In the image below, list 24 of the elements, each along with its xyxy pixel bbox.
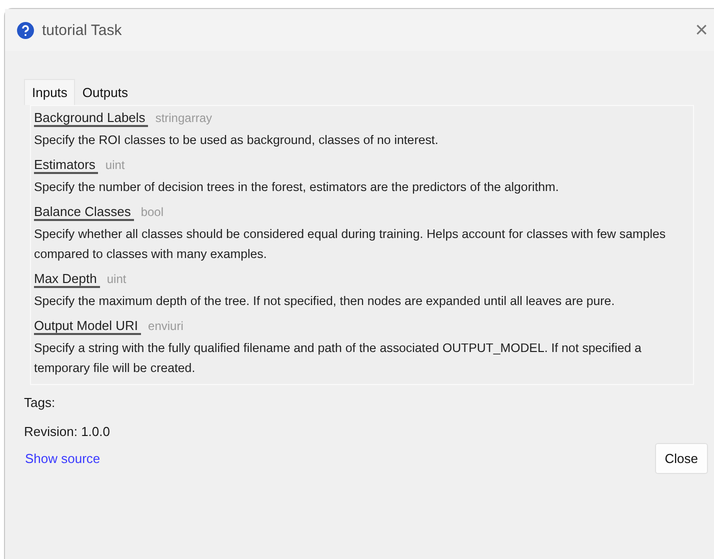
tags-label: Tags: <box>24 395 56 412</box>
parameter-type: enviuri <box>148 319 184 333</box>
tab[interactable]: Inputs <box>24 79 76 105</box>
parameter-name: Background Labels <box>34 110 148 127</box>
parameter-name: Balance Classes <box>34 204 134 221</box>
parameter-description: Specify the maximum depth of the tree. If not specified, then nodes are expanded until all leaves are pure. <box>34 293 616 310</box>
tab[interactable]: Outputs <box>75 79 135 105</box>
close-button[interactable]: × <box>695 17 714 43</box>
parameter-type: bool <box>140 205 164 219</box>
parameter-type: uint <box>106 272 126 286</box>
window-title: tutorial Task <box>42 22 123 38</box>
help-icon <box>17 22 34 38</box>
revision-label: Revision: 1.0.0 <box>24 424 111 439</box>
parameter-description: Specify the number of decision trees in the forest, estimators are the predictors of the algorithm. <box>34 179 560 196</box>
parameter-type: uint <box>105 158 125 172</box>
parameter-type: stringarray <box>155 111 212 125</box>
close-button[interactable]: Close <box>654 443 708 474</box>
parameter-name: Estimators <box>34 157 98 174</box>
parameter-name: Output Model URI <box>34 318 142 335</box>
parameter-description: Specify whether all classes should be considered equal during training. Helps account for classes with few samples compared to classes with many examples. <box>34 226 667 263</box>
parameter-name: Max Depth <box>34 271 100 288</box>
parameter-description: Specify the ROI classes to be used as background, classes of no interest. <box>34 132 440 149</box>
show-source-link[interactable]: Show source <box>25 451 100 466</box>
parameter-description: Specify a string with the fully qualified filename and path of the associated OUTPUT_MODEL. If not specified a temporary file will be created. <box>34 340 642 377</box>
